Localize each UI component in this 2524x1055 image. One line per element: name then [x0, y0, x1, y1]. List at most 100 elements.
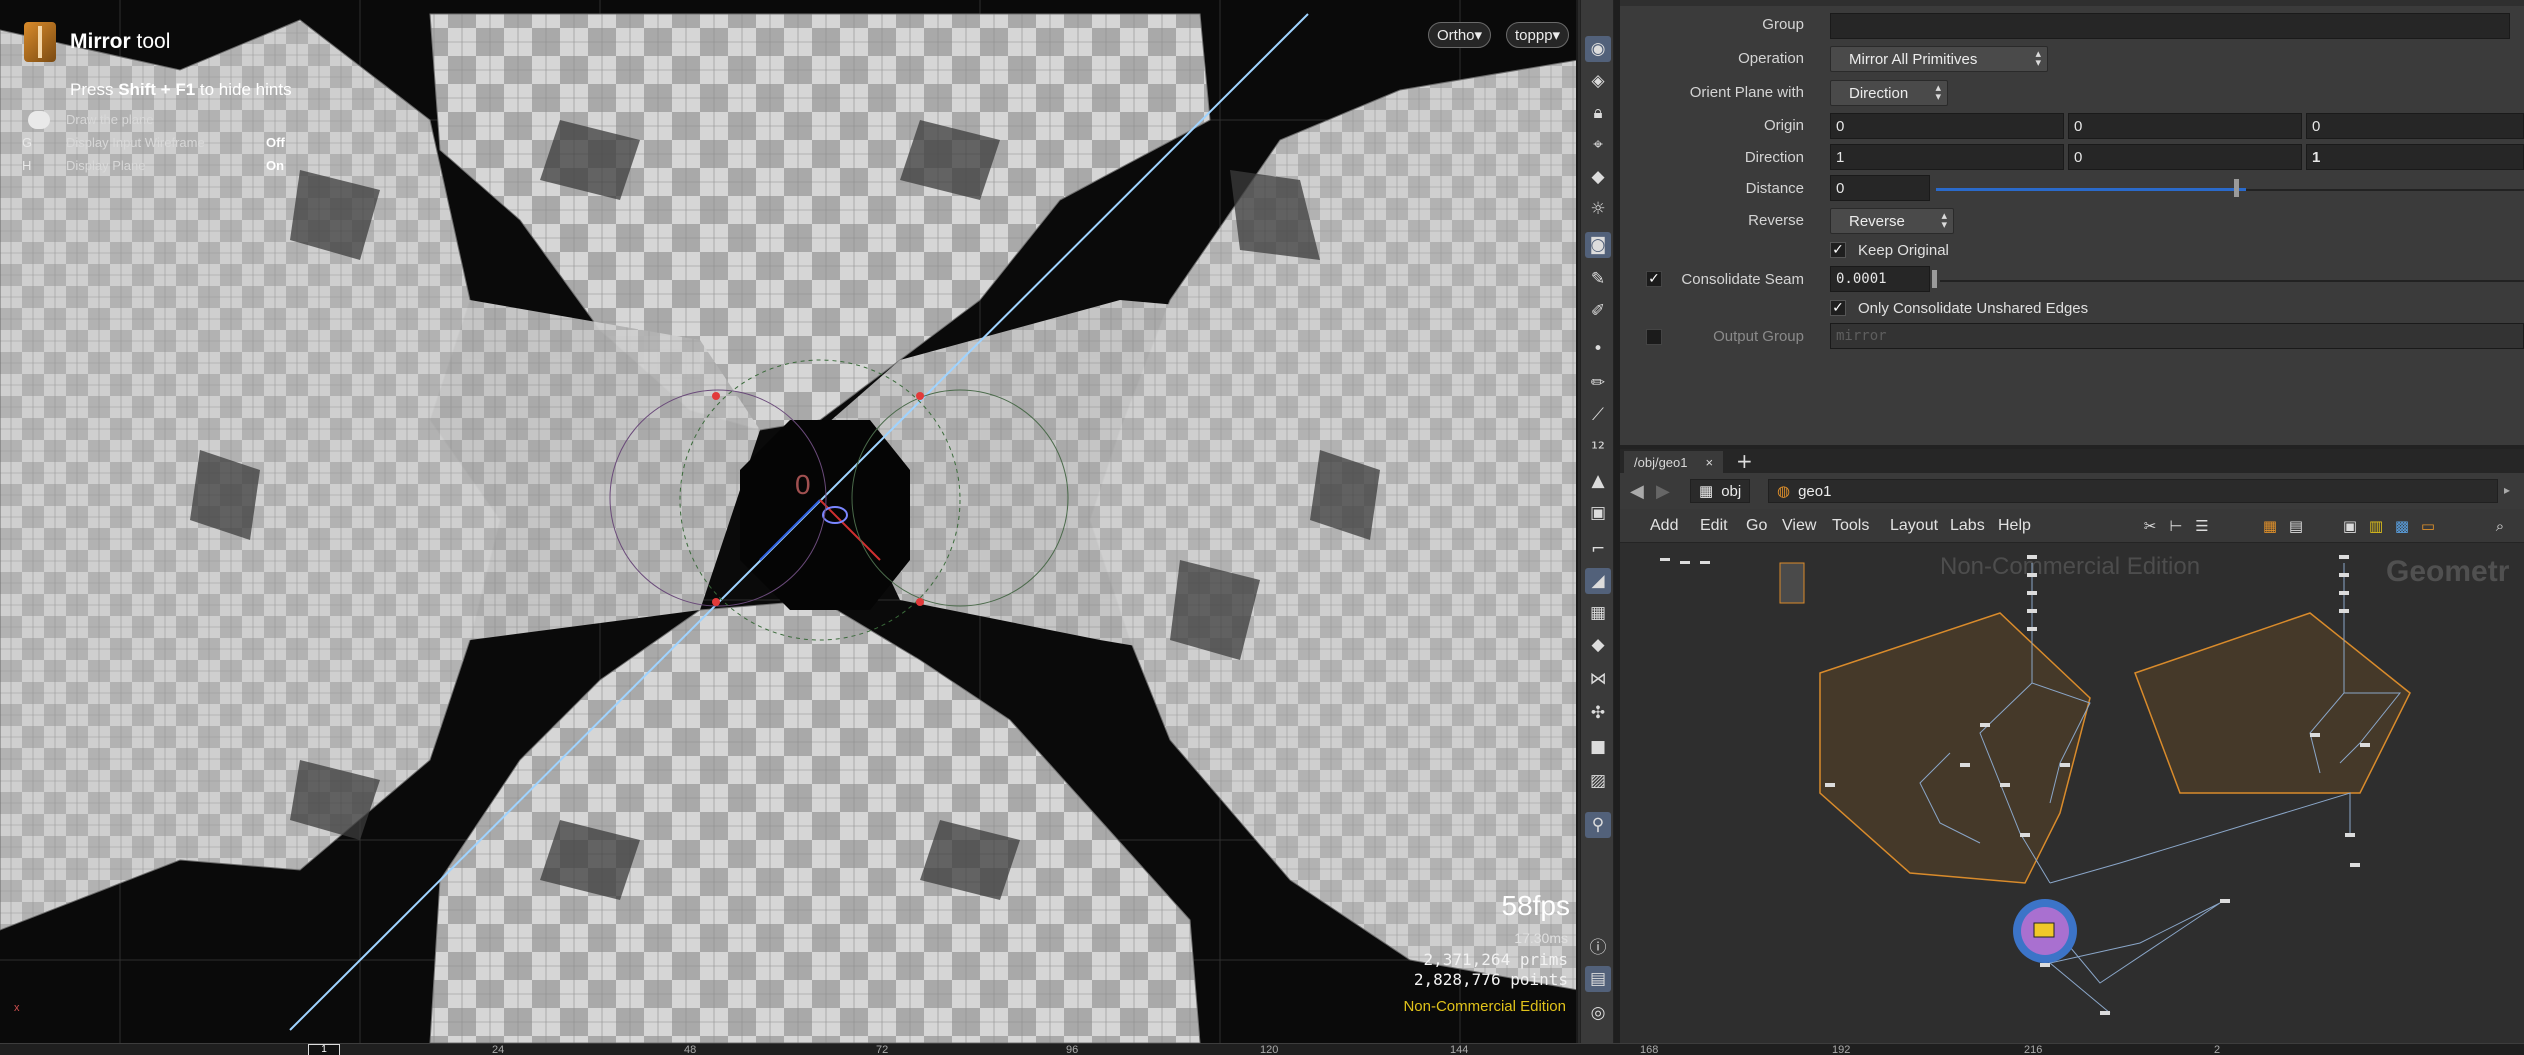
flag-icon[interactable]: ◆ [1585, 632, 1611, 658]
camera-icon[interactable]: ◙ [1585, 232, 1611, 258]
list-icon[interactable]: ☰ [2192, 516, 2212, 536]
distance-slider-track[interactable] [1936, 188, 2246, 191]
only-consolidate-checkbox[interactable]: ✓ [1830, 300, 1846, 316]
breadcrumb-obj[interactable]: ▦ obj [1690, 479, 1751, 503]
origin-z-field[interactable]: 0 [2306, 113, 2524, 139]
display-icon[interactable]: ▣ [2340, 516, 2360, 536]
hud-row-display-plane: H Display Plane On [22, 158, 285, 173]
forward-arrow-icon[interactable]: ▶ [1656, 481, 1670, 502]
breadcrumb-geo1[interactable]: ◍ geo1 [1768, 479, 2498, 503]
timeline-tick: 216 [2024, 1044, 2043, 1055]
light-icon[interactable]: ☼ [1585, 196, 1611, 222]
operation-label: Operation [1738, 50, 1804, 67]
ortho-view-button[interactable]: Ortho ▾ [1428, 22, 1492, 48]
snap-icon[interactable]: ◈ [1585, 68, 1611, 94]
chevron-down-icon: ▾ [1474, 27, 1483, 44]
updown-arrows-icon: ▴ ▾ [1935, 82, 1941, 103]
group-field[interactable] [1830, 13, 2510, 39]
operation-menu[interactable]: Mirror All Primitives ▴ ▾ [1830, 46, 2048, 72]
viewport-tool-shelf: ◉ ◈ 🔒︎ ⌖ ◆ ☼ ◙ ✎ ✐ • ✏ ⟋ ¹² ▲ ▣ ⌐ ◢ ▦ ◆ … [1580, 0, 1614, 1043]
dropper-icon[interactable]: ⟋ [1585, 402, 1611, 428]
pencil-icon[interactable]: ✏ [1585, 370, 1611, 396]
timeline-bar[interactable]: 1 24 48 72 96 120 144 168 192 216 2 [0, 1043, 2524, 1055]
info-icon[interactable]: ⓘ [1585, 932, 1611, 958]
stamp-icon[interactable]: ▲ [1585, 468, 1611, 494]
paint-icon[interactable]: ✐ [1585, 298, 1611, 324]
brush-icon[interactable]: ✎ [1585, 266, 1611, 292]
tools-icon[interactable]: ✂ [2140, 516, 2160, 536]
consolidate-seam-field[interactable]: 0.0001 [1830, 266, 1930, 292]
menu-labs[interactable]: Labs [1950, 517, 1985, 535]
view-mode-icon[interactable]: ◉ [1585, 36, 1611, 62]
layout-grid-icon[interactable]: ▤ [1585, 966, 1611, 992]
menu-view[interactable]: View [1782, 517, 1816, 535]
reverse-menu[interactable]: Reverse ▴ ▾ [1830, 208, 1954, 234]
orient-plane-menu[interactable]: Direction ▴ ▾ [1830, 80, 1948, 106]
menu-layout[interactable]: Layout [1890, 517, 1938, 535]
mirror-tool-icon [24, 22, 56, 62]
diamond-icon[interactable]: ◆ [1585, 164, 1611, 190]
menu-edit[interactable]: Edit [1700, 517, 1728, 535]
points-count: 2,828,776 points [1413, 970, 1568, 989]
tab-obj-geo1[interactable]: /obj/geo1 × [1624, 451, 1724, 473]
lock-icon[interactable]: 🔒︎ [1585, 100, 1611, 126]
timeline-tick: 144 [1450, 1044, 1469, 1055]
add-tab-icon[interactable]: + [1736, 449, 1753, 473]
sticky-note-icon[interactable]: ▥ [2366, 516, 2386, 536]
frame-time-readout: 17.30ms [1514, 930, 1568, 946]
pin-pane-icon[interactable]: ▸ [2504, 483, 2510, 497]
network-icon[interactable]: ✣ [1585, 700, 1611, 726]
grid-icon[interactable]: ▦ [1585, 600, 1611, 626]
direction-x-field[interactable]: 1 [1830, 144, 2064, 170]
keep-original-checkbox[interactable]: ✓ [1830, 242, 1846, 258]
cube-icon[interactable]: ▣ [1585, 500, 1611, 526]
output-group-field[interactable]: mirror [1830, 323, 2524, 349]
location-icon[interactable]: ⚲ [1585, 812, 1611, 838]
measure-icon[interactable]: ⌐ [1585, 536, 1611, 562]
origin-x-field[interactable]: 0 [1830, 113, 2064, 139]
back-arrow-icon[interactable]: ◀ [1630, 481, 1644, 502]
menu-go[interactable]: Go [1746, 517, 1767, 535]
menu-add[interactable]: Add [1650, 517, 1678, 535]
timeline-tick: 168 [1640, 1044, 1659, 1055]
timeline-tick: 192 [1832, 1044, 1851, 1055]
menu-tools[interactable]: Tools [1832, 517, 1869, 535]
menu-help[interactable]: Help [1998, 517, 2031, 535]
timeline-tick: 24 [492, 1044, 505, 1055]
network-canvas[interactable]: Non-Commercial Edition Geometr [1620, 543, 2524, 1043]
butterfly-icon[interactable]: ⋈ [1585, 666, 1611, 692]
hud-row-input-wireframe: G Display Input Wireframe Off [22, 135, 285, 150]
timeline-tick: 72 [876, 1044, 889, 1055]
updown-arrows-icon: ▴ ▾ [1941, 210, 1947, 231]
group-label: Group [1762, 16, 1804, 33]
search-icon[interactable]: ⌕ [2490, 516, 2510, 536]
param-top-strip [1620, 0, 2524, 6]
eye-icon[interactable]: ◎ [1585, 1000, 1611, 1026]
image-icon[interactable]: ▩ [2392, 516, 2412, 536]
origin-y-field[interactable]: 0 [2068, 113, 2302, 139]
box-icon[interactable]: ▭ [2418, 516, 2438, 536]
consolidate-seam-toggle[interactable]: ✓ [1646, 271, 1662, 287]
direction-z-field[interactable]: 1 [2306, 144, 2524, 170]
ruler-icon[interactable]: ◢ [1585, 568, 1611, 594]
details-icon[interactable]: ▤ [2286, 516, 2306, 536]
image-icon[interactable]: ▨ [1585, 768, 1611, 794]
scene-viewport[interactable]: 0 Mirror tool Press Shift + F1 to hide h… [0, 0, 1578, 1043]
number-icon[interactable]: ¹² [1585, 436, 1611, 462]
consolidate-slider-handle[interactable] [1932, 270, 1937, 288]
output-group-toggle[interactable] [1646, 329, 1662, 345]
direction-y-field[interactable]: 0 [2068, 144, 2302, 170]
camera-menu-button[interactable]: toppp ▾ [1506, 22, 1570, 48]
close-icon[interactable]: × [1706, 455, 1714, 470]
distance-field[interactable]: 0 [1830, 175, 1930, 201]
pin-icon[interactable]: ⌖ [1585, 132, 1611, 158]
grid-view-icon[interactable]: ▦ [2260, 516, 2280, 536]
dot-icon[interactable]: • [1585, 336, 1611, 362]
output-group-label: Output Group [1713, 328, 1804, 345]
origin-label: 0 [795, 469, 811, 500]
node-graph[interactable] [1620, 543, 2524, 1043]
square-icon[interactable]: ■ [1585, 734, 1611, 760]
tree-icon[interactable]: ⊢ [2166, 516, 2186, 536]
current-frame[interactable]: 1 [308, 1044, 340, 1055]
distance-slider-handle[interactable] [2234, 179, 2239, 197]
